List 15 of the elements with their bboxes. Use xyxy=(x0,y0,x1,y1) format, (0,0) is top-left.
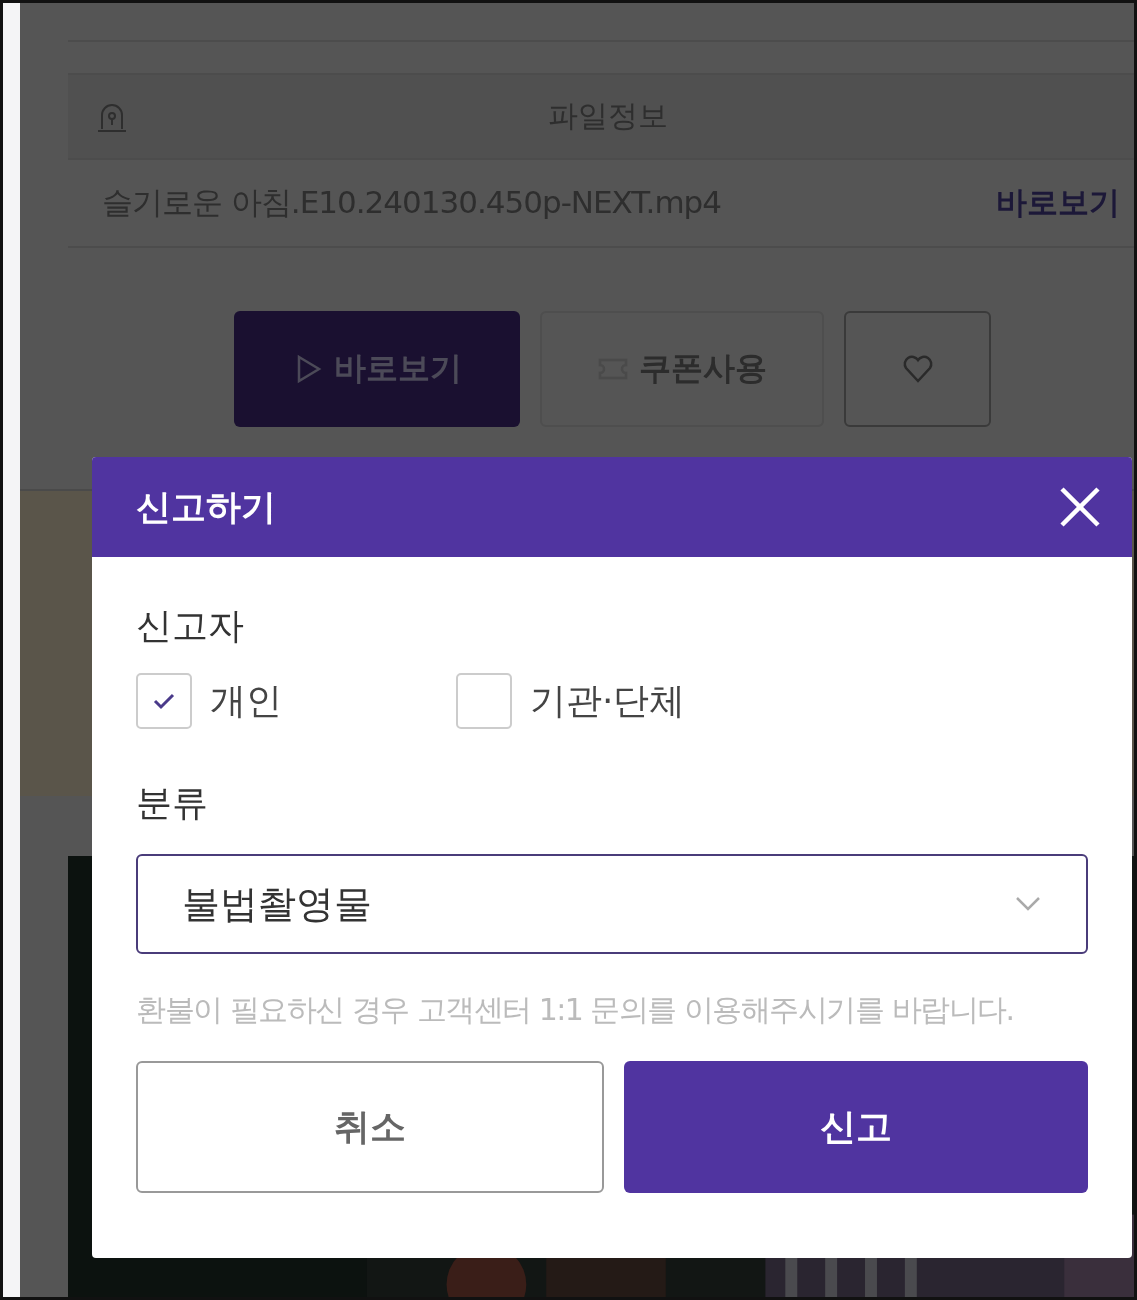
report-button[interactable]: 신고 xyxy=(624,1061,1088,1193)
checkbox-label: 기관·단체 xyxy=(530,678,686,723)
category-dropdown[interactable]: 불법촬영물 xyxy=(136,854,1088,954)
checkbox-label: 개인 xyxy=(210,678,282,723)
chevron-down-icon xyxy=(1014,895,1042,913)
heart-icon xyxy=(901,353,934,385)
dialog-title: 신고하기 xyxy=(136,485,276,529)
reporter-label: 신고자 xyxy=(136,604,245,648)
notice-text: 환불이 필요하신 경우 고객센터 1:1 문의를 이용해주시기를 바랍니다. xyxy=(136,991,1015,1029)
category-label: 분류 xyxy=(136,781,209,825)
close-icon[interactable] xyxy=(1058,485,1102,529)
checkbox[interactable] xyxy=(456,673,512,729)
cancel-button[interactable]: 취소 xyxy=(136,1061,604,1193)
checkbox[interactable] xyxy=(136,673,192,729)
favorite-button[interactable] xyxy=(844,311,991,427)
